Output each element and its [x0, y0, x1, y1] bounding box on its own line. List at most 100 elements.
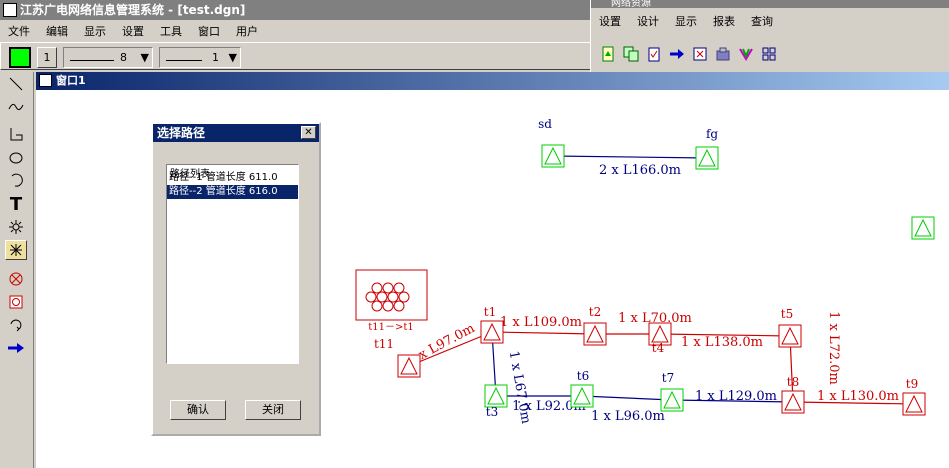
fiber-tube: [371, 282, 383, 294]
node-tool-icon[interactable]: [5, 217, 27, 237]
res-menu-design[interactable]: 设计: [629, 13, 667, 29]
arrow-right-icon[interactable]: [666, 44, 687, 64]
chevron-down-icon: ▼: [228, 51, 237, 64]
line-style-select[interactable]: 8 ▼: [63, 47, 153, 68]
menu-settings[interactable]: 设置: [114, 23, 152, 39]
fiber-tube: [376, 291, 388, 303]
drawing-tool-palette: T: [0, 72, 34, 468]
chevron-down-icon: ▼: [140, 51, 149, 64]
res-menu-report[interactable]: 报表: [705, 13, 743, 29]
app-title-bar: 江苏广电网络信息管理系统 - [test.dgn]: [0, 0, 590, 20]
manhole-node[interactable]: [570, 384, 594, 408]
menu-tools[interactable]: 工具: [152, 23, 190, 39]
document-icon[interactable]: [597, 44, 618, 64]
manhole-node[interactable]: [778, 324, 802, 348]
manhole-node[interactable]: [911, 216, 935, 240]
menu-window[interactable]: 窗口: [190, 23, 228, 39]
res-menu-query[interactable]: 查询: [743, 13, 781, 29]
cable-length-label: 1 x L72.0m: [826, 311, 841, 385]
text-tool-icon[interactable]: T: [5, 194, 27, 215]
node-label: t6: [577, 369, 589, 383]
weight-button[interactable]: 1: [37, 47, 57, 68]
cell-tool-icon[interactable]: [5, 240, 27, 260]
arrow-right-icon[interactable]: [5, 338, 27, 358]
route-item-1[interactable]: 路径--1 管道长度 611.0: [167, 171, 298, 185]
manhole-node[interactable]: [781, 390, 805, 414]
fiber-tube: [365, 291, 377, 303]
node-label: t5: [781, 307, 793, 321]
delete-box-icon[interactable]: [5, 292, 27, 312]
fiber-tube: [393, 300, 405, 312]
cable-length-label: 1 x L109.0m: [500, 315, 582, 330]
route-list[interactable]: 路径列表 路径--1 管道长度 611.0 路径--2 管道长度 616.0: [166, 164, 299, 364]
delete-box-icon[interactable]: [689, 44, 710, 64]
app-title: 江苏广电网络信息管理系统 - [test.dgn]: [20, 3, 246, 17]
menu-view[interactable]: 显示: [76, 23, 114, 39]
fiber-tube: [382, 282, 394, 294]
manhole-node[interactable]: [397, 354, 421, 378]
cable-length-label: 1 x L129.0m: [695, 389, 777, 404]
menu-user[interactable]: 用户: [228, 23, 266, 39]
network-resource-window: 网络资源 设置 设计 显示 报表 查询: [590, 0, 949, 74]
manhole-node[interactable]: [480, 320, 504, 344]
manhole-node[interactable]: [660, 388, 684, 412]
node-label: t11: [374, 337, 394, 351]
menu-file[interactable]: 文件: [0, 23, 38, 39]
line-weight-sample: [166, 60, 202, 61]
cable-length-label: 2 x L166.0m: [599, 163, 681, 178]
res-menu-view[interactable]: 显示: [667, 13, 705, 29]
fiber-tube: [387, 291, 399, 303]
manhole-node[interactable]: [541, 144, 565, 168]
manhole-node[interactable]: [902, 392, 926, 416]
close-button[interactable]: 关闭: [245, 400, 301, 420]
window-icon: [39, 74, 52, 87]
menu-edit[interactable]: 编辑: [38, 23, 76, 39]
line-tool-icon[interactable]: [5, 74, 27, 94]
delete-circle-icon[interactable]: [5, 269, 27, 289]
fiber-tube: [382, 300, 394, 312]
fiber-tube: [393, 282, 405, 294]
curve-tool-icon[interactable]: [5, 97, 27, 117]
res-toolbar: [597, 44, 779, 64]
app-icon: [3, 3, 17, 17]
polyline-tool-icon[interactable]: [5, 124, 27, 144]
manhole-node[interactable]: [484, 384, 508, 408]
cable-length-label: 1 x L138.0m: [681, 335, 763, 350]
dialog-title-bar: 选择路径 ✕: [153, 124, 319, 142]
confirm-button[interactable]: 确认: [170, 400, 226, 420]
close-icon[interactable]: ✕: [301, 126, 316, 139]
cable-segment[interactable]: [491, 331, 596, 335]
ellipse-tool-icon[interactable]: [5, 148, 27, 168]
res-menu-settings[interactable]: 设置: [591, 13, 629, 29]
node-label: t9: [906, 377, 918, 391]
node-label: sd: [538, 117, 552, 131]
line-style-value: 8: [120, 51, 127, 64]
doc-window-title-bar: 窗口1: [36, 72, 949, 90]
node-label: t8: [787, 375, 799, 389]
node-label: fg: [706, 127, 718, 141]
checklist-icon[interactable]: [643, 44, 664, 64]
res-menu-bar: 设置 设计 显示 报表 查询: [591, 12, 781, 30]
node-label: t1: [484, 305, 496, 319]
color-picker-button[interactable]: [9, 47, 31, 68]
route-annotation: t11－>t1: [368, 322, 414, 333]
cable-segment[interactable]: [581, 395, 673, 401]
manhole-node[interactable]: [583, 322, 607, 346]
node-label: t2: [589, 305, 601, 319]
line-weight-value: 1: [212, 51, 219, 64]
equipment-icon[interactable]: [712, 44, 733, 64]
cable-cross-section: t11－>t1: [355, 269, 428, 333]
dialog-title: 选择路径: [157, 126, 206, 140]
line-style-sample: [70, 60, 114, 61]
cable-length-label: 1 x L130.0m: [817, 389, 899, 404]
manhole-node[interactable]: [695, 146, 719, 170]
route-item-2[interactable]: 路径--2 管道长度 616.0: [167, 185, 298, 199]
arc-tool-icon[interactable]: [5, 170, 27, 190]
rotate-icon[interactable]: [5, 314, 27, 334]
copy-icon[interactable]: [620, 44, 641, 64]
grid-cells-icon[interactable]: [758, 44, 779, 64]
fiber-tube: [398, 291, 410, 303]
fiber-split-icon[interactable]: [735, 44, 756, 64]
line-weight-select[interactable]: 1 ▼: [159, 47, 241, 68]
cable-segment[interactable]: [552, 155, 708, 159]
